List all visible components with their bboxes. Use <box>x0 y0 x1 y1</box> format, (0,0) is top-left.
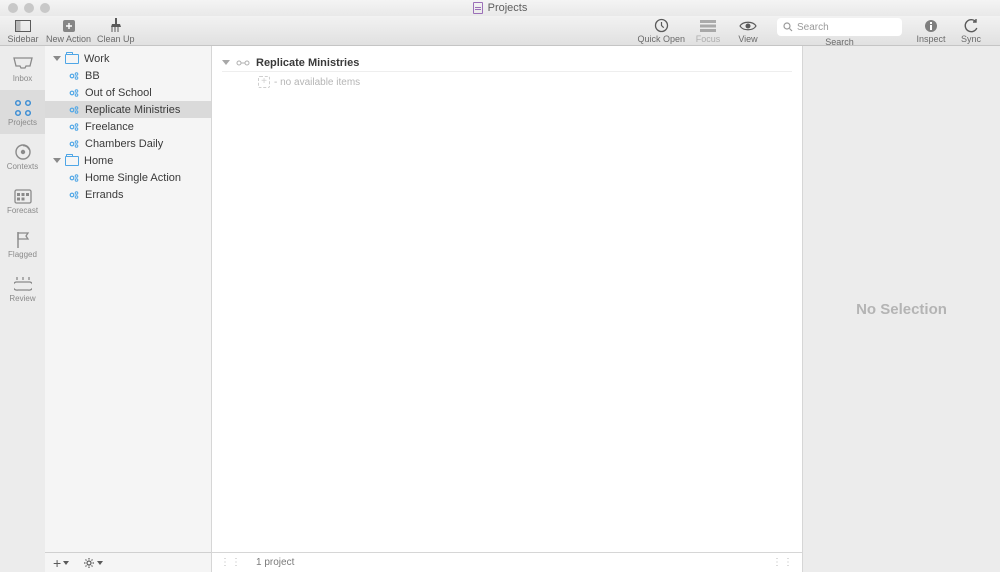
add-item-placeholder-icon[interactable]: + <box>258 76 270 88</box>
document-icon <box>473 2 483 14</box>
folder-label: Home <box>84 155 113 167</box>
window-titlebar: Projects <box>0 0 1000 16</box>
perspective-forecast[interactable]: Forecast <box>0 178 45 222</box>
forecast-icon <box>14 186 32 206</box>
project-title: Replicate Ministries <box>256 57 359 69</box>
perspective-flagged[interactable]: Flagged <box>0 222 45 266</box>
project-icon <box>69 122 79 132</box>
action-menu-button[interactable] <box>83 557 103 569</box>
perspective-projects[interactable]: Projects <box>0 90 45 134</box>
sync-button[interactable]: Sync <box>954 18 988 44</box>
project-label: Replicate Ministries <box>85 104 180 116</box>
folder-icon <box>65 54 79 64</box>
app-body: Inbox Projects Contexts Forecast Flagged… <box>0 46 1000 572</box>
empty-state-row[interactable]: + - no available items <box>222 72 792 88</box>
resize-grip-right[interactable]: ⋮⋮ <box>772 557 794 568</box>
new-action-button[interactable]: New Action <box>46 18 91 44</box>
contexts-icon <box>14 142 32 162</box>
status-text: 1 project <box>256 557 762 568</box>
project-row[interactable]: Replicate Ministries <box>45 101 211 118</box>
perspective-contexts[interactable]: Contexts <box>0 134 45 178</box>
outline-footer: + <box>45 552 211 572</box>
project-label: Out of School <box>85 87 152 99</box>
main-content: Replicate Ministries + - no available it… <box>211 46 803 572</box>
empty-state-text: - no available items <box>274 77 360 88</box>
project-row[interactable]: Freelance <box>45 118 211 135</box>
folder-icon <box>65 156 79 166</box>
toggle-sidebar-button[interactable]: Sidebar <box>6 18 40 44</box>
project-header-row[interactable]: Replicate Ministries <box>222 54 792 72</box>
inspect-button[interactable]: Inspect <box>914 18 948 44</box>
project-label: Freelance <box>85 121 134 133</box>
inbox-icon <box>13 54 33 74</box>
project-icon <box>69 88 79 98</box>
project-label: Errands <box>85 189 124 201</box>
perspective-inbox[interactable]: Inbox <box>0 46 45 90</box>
project-row[interactable]: Errands <box>45 186 211 203</box>
project-icon <box>69 190 79 200</box>
perspective-rail: Inbox Projects Contexts Forecast Flagged… <box>0 46 45 572</box>
gear-icon <box>83 557 95 569</box>
folder-label: Work <box>84 53 109 65</box>
project-row[interactable]: Chambers Daily <box>45 135 211 152</box>
projects-icon <box>13 98 33 118</box>
project-icon <box>69 105 79 115</box>
search-icon <box>783 22 793 32</box>
quick-open-button[interactable]: Quick Open <box>637 18 685 44</box>
resize-grip-left[interactable]: ⋮⋮ <box>220 557 242 568</box>
add-menu-button[interactable]: + <box>53 555 69 571</box>
disclosure-triangle-icon[interactable] <box>222 60 230 65</box>
inspector-empty-text: No Selection <box>856 301 947 318</box>
clean-up-button[interactable]: Clean Up <box>97 18 135 44</box>
sequential-project-icon <box>236 58 250 68</box>
focus-button[interactable]: Focus <box>691 18 725 44</box>
main-footer: ⋮⋮ 1 project ⋮⋮ <box>212 552 802 572</box>
project-label: Home Single Action <box>85 172 181 184</box>
chevron-down-icon <box>63 561 69 565</box>
folder-row[interactable]: Work <box>45 50 211 67</box>
project-row[interactable]: Out of School <box>45 84 211 101</box>
window-title: Projects <box>488 2 528 14</box>
chevron-down-icon <box>97 561 103 565</box>
review-icon <box>14 274 32 294</box>
project-outline: Work BB Out of School Replicate Ministries F… <box>45 46 211 572</box>
search-input[interactable]: Search <box>777 18 902 36</box>
flag-icon <box>16 230 30 250</box>
project-label: BB <box>85 70 100 82</box>
project-icon <box>69 139 79 149</box>
toolbar: Sidebar New Action Clean Up Quick Open F… <box>0 16 1000 46</box>
project-icon <box>69 173 79 183</box>
perspective-review[interactable]: Review <box>0 266 45 310</box>
inspector-pane: No Selection <box>803 46 1000 572</box>
project-row[interactable]: BB <box>45 67 211 84</box>
project-row[interactable]: Home Single Action <box>45 169 211 186</box>
disclosure-triangle-icon[interactable] <box>53 56 61 61</box>
folder-row[interactable]: Home <box>45 152 211 169</box>
disclosure-triangle-icon[interactable] <box>53 158 61 163</box>
project-label: Chambers Daily <box>85 138 163 150</box>
view-button[interactable]: View <box>731 18 765 44</box>
project-icon <box>69 71 79 81</box>
